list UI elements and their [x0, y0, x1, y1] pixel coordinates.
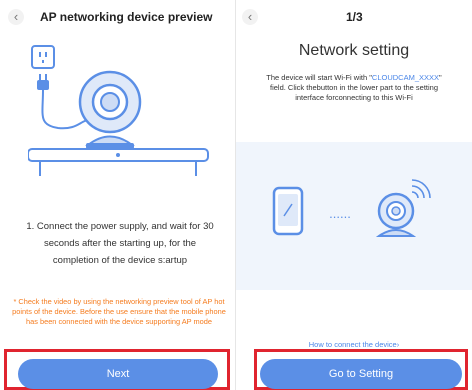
connection-illustration: ......: [236, 142, 472, 290]
chevron-left-icon[interactable]: ‹: [242, 9, 258, 25]
network-description: The device will start Wi-Fi with "CLOUDC…: [258, 73, 450, 103]
dots-text: ......: [329, 206, 351, 221]
left-screen: ‹ AP networking device preview 1. Connec…: [0, 0, 236, 390]
description-text: The device will start Wi-Fi with ": [266, 73, 372, 82]
right-screen: ‹ 1/3 Network setting The device will st…: [236, 0, 472, 390]
page-heading: Network setting: [298, 42, 410, 59]
chevron-left-icon[interactable]: ‹: [8, 9, 24, 25]
plug-icon: [37, 74, 49, 90]
power-socket-icon: [31, 45, 55, 69]
phone-icon: [272, 186, 304, 236]
camera-icon: [78, 70, 142, 149]
how-to-connect-link[interactable]: How to connect the device›: [236, 340, 472, 349]
wifi-signal-icon: [411, 179, 431, 199]
step-indicator: 1/3: [346, 10, 363, 24]
stand-shelf: [28, 148, 209, 176]
warning-note: * Check the video by using the networkin…: [12, 297, 226, 326]
ssid-field: CLOUDCAM_XXXX: [371, 73, 440, 82]
device-setup-illustration: [28, 45, 209, 176]
go-to-setting-button[interactable]: Go to Setting: [260, 359, 462, 389]
setup-instruction: 1. Connect the power supply, and wait fo…: [26, 221, 214, 266]
next-button[interactable]: Next: [18, 359, 218, 389]
camera-icon: [375, 192, 417, 237]
page-title: AP networking device preview: [40, 10, 213, 24]
